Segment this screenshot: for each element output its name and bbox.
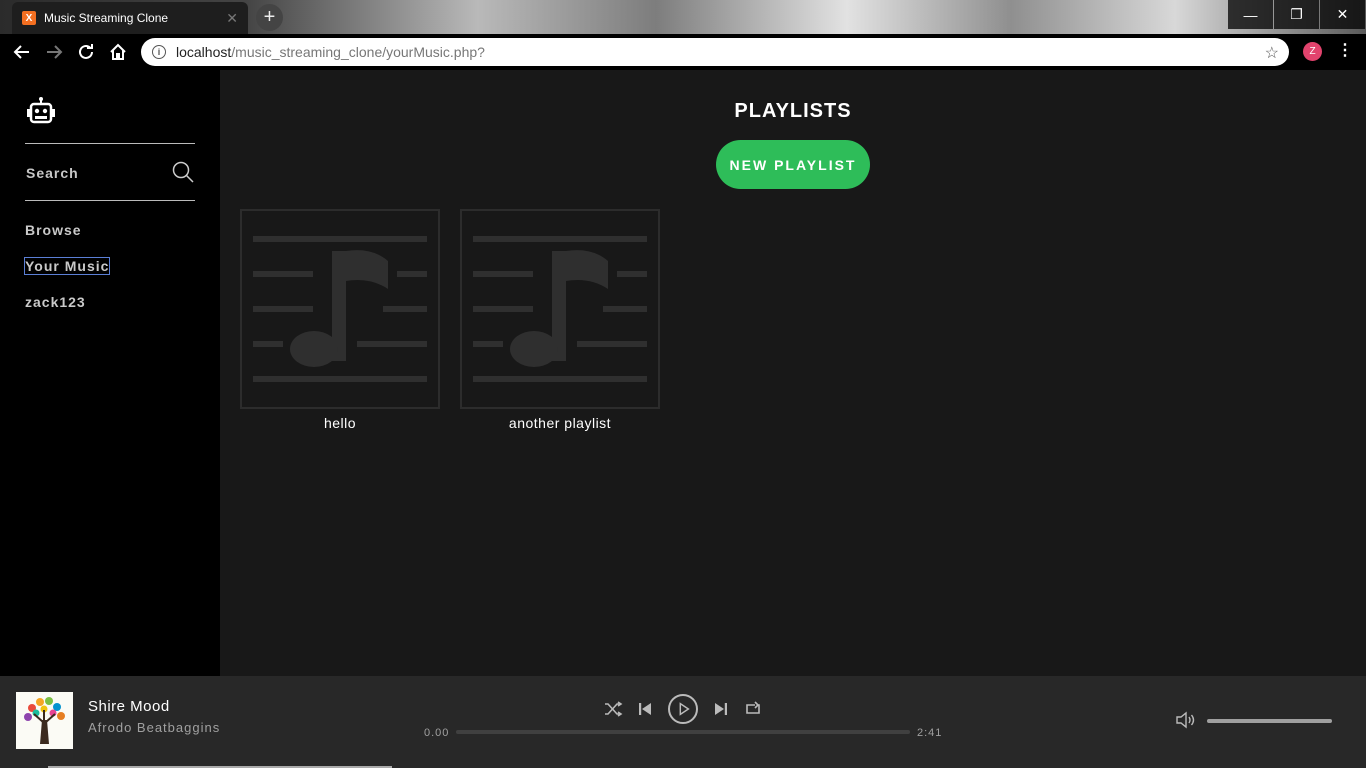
tree-artwork-icon [16,692,73,749]
search-label: Search [26,165,79,181]
duration: 2:41 [917,727,943,739]
reload-button[interactable] [72,38,100,66]
volume-bar[interactable] [1207,719,1332,723]
new-playlist-button[interactable]: NEW PLAYLIST [716,140,870,189]
profile-avatar[interactable]: Z [1303,42,1322,61]
robot-icon[interactable] [26,96,56,126]
playlist-name[interactable]: hello [240,415,440,431]
page-title: PLAYLISTS [734,100,852,122]
album-art[interactable] [16,692,73,749]
play-icon [679,702,690,716]
sidebar-item-user[interactable]: zack123 [25,294,86,310]
sidebar-item-your-music[interactable]: Your Music [23,257,111,275]
progress-bar[interactable] [456,730,910,734]
next-button[interactable] [710,698,732,720]
repeat-icon [746,701,760,714]
music-note-icon [473,236,647,382]
url-host: localhost [176,44,232,60]
sidebar-divider [25,200,195,201]
bookmark-star-icon[interactable]: ☆ [1265,43,1279,63]
search-icon[interactable] [171,160,195,184]
site-info-icon[interactable]: i [152,45,166,59]
back-arrow-icon [13,45,29,59]
reload-icon [79,44,93,59]
current-time: 0.00 [424,727,450,739]
sidebar-item-browse[interactable]: Browse [25,222,82,238]
playlist-card[interactable]: hello [240,209,440,431]
sidebar: Search Browse Your Music zack123 [0,70,220,676]
forward-button[interactable] [40,38,68,66]
now-playing-bar: Shire Mood Afrodo Beatbaggins 0.00 2:41 [0,676,1366,768]
tab-close-icon[interactable]: ✕ [226,10,238,27]
browser-menu-icon[interactable]: ⋮ [1337,40,1353,60]
window-minimize-button[interactable]: — [1228,0,1273,29]
artist-name[interactable]: Afrodo Beatbaggins [88,720,220,735]
back-button[interactable] [8,38,36,66]
new-tab-button[interactable]: + [256,4,283,31]
window-close-button[interactable]: ✕ [1320,0,1365,29]
music-note-icon [253,236,427,382]
playlist-name[interactable]: another playlist [460,415,660,431]
playlist-cover[interactable] [460,209,660,409]
track-name[interactable]: Shire Mood [88,698,170,715]
volume-icon[interactable] [1174,709,1196,731]
browser-titlebar: X Music Streaming Clone ✕ + — ❐ ✕ [0,0,1366,34]
previous-button[interactable] [634,698,656,720]
window-restore-button[interactable]: ❐ [1274,0,1319,29]
xampp-favicon-icon: X [22,11,36,25]
forward-arrow-icon [47,45,63,59]
sidebar-search[interactable]: Search [26,159,196,187]
shuffle-button[interactable] [602,698,624,720]
main-content: PLAYLISTS NEW PLAYLIST hello another pla… [220,70,1366,676]
play-button[interactable] [668,694,698,724]
sidebar-divider [25,143,195,144]
playlist-cover[interactable] [240,209,440,409]
tab-title: Music Streaming Clone [44,11,169,25]
browser-tab[interactable]: X Music Streaming Clone ✕ [12,2,248,34]
home-icon [110,43,126,60]
shuffle-icon [605,701,623,717]
url-path: /music_streaming_clone/yourMusic.php? [231,44,485,60]
browser-toolbar: i localhost/music_streaming_clone/yourMu… [0,34,1366,70]
home-button[interactable] [104,38,132,66]
next-icon [715,703,727,715]
playlist-card[interactable]: another playlist [460,209,660,431]
repeat-button[interactable] [742,698,764,720]
volume-fill [1207,719,1332,723]
previous-icon [639,703,651,715]
address-bar[interactable]: i localhost/music_streaming_clone/yourMu… [141,38,1289,66]
